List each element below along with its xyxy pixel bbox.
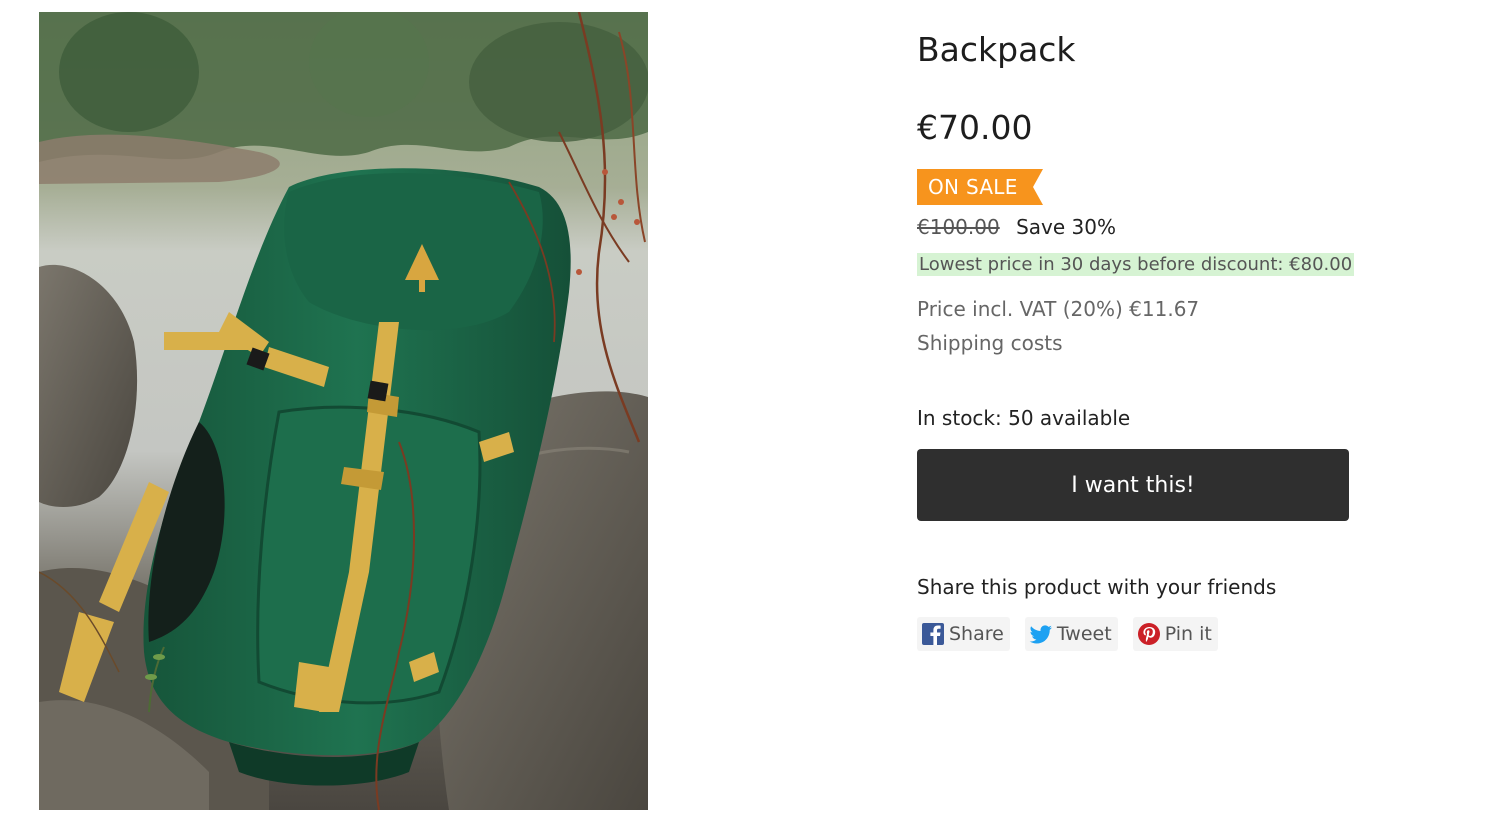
share-buttons: Share Tweet Pin it (917, 617, 1218, 651)
on-sale-badge: ON SALE (917, 169, 1043, 205)
compare-at-price: €100.00 (917, 215, 1000, 239)
compare-price-row: €100.00 Save 30% (917, 215, 1116, 239)
shipping-costs-link[interactable]: Shipping costs (917, 331, 1063, 355)
stock-status: In stock: 50 available (917, 406, 1131, 430)
facebook-share-button[interactable]: Share (917, 617, 1010, 651)
pinterest-icon (1137, 622, 1161, 646)
twitter-share-label: Tweet (1056, 623, 1112, 645)
product-page: Backpack €70.00 ON SALE €100.00 Save 30%… (0, 0, 1492, 828)
facebook-icon (921, 622, 945, 646)
pinterest-share-button[interactable]: Pin it (1132, 617, 1218, 651)
twitter-icon (1029, 622, 1053, 646)
product-title: Backpack (917, 30, 1076, 69)
product-image[interactable] (39, 12, 648, 810)
save-percentage: Save 30% (1016, 215, 1116, 239)
share-heading: Share this product with your friends (917, 575, 1277, 599)
lowest-price-note: Lowest price in 30 days before discount:… (917, 253, 1355, 276)
twitter-share-button[interactable]: Tweet (1024, 617, 1118, 651)
pinterest-share-label: Pin it (1164, 623, 1212, 645)
product-price: €70.00 (917, 108, 1033, 147)
vat-note: Price incl. VAT (20%) €11.67 (917, 297, 1200, 321)
backpack-photo (39, 12, 648, 810)
add-to-cart-button[interactable]: I want this! (917, 449, 1349, 521)
on-sale-badge-label: ON SALE (928, 175, 1018, 199)
facebook-share-label: Share (949, 623, 1004, 645)
